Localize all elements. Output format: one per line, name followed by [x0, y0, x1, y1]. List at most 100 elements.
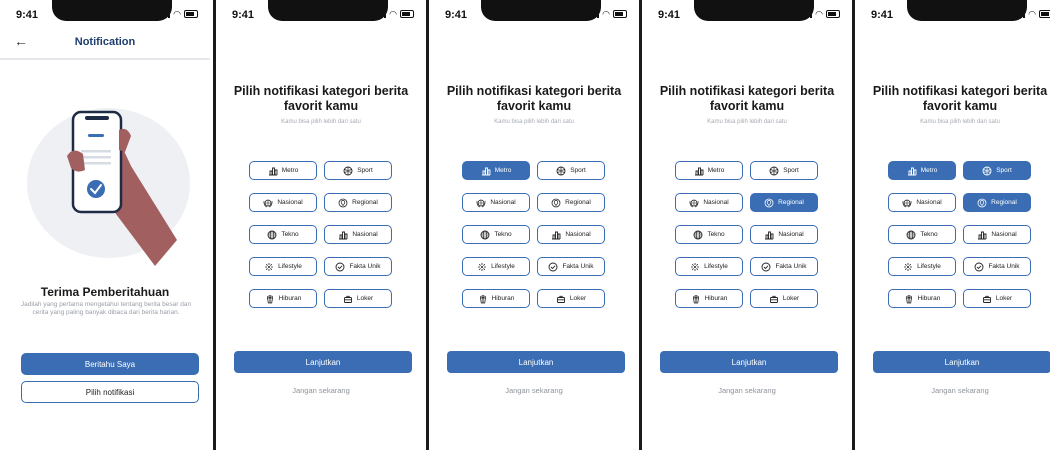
category-chip[interactable]: Nasional — [537, 225, 605, 244]
category-chip-label: Regional — [991, 199, 1017, 206]
globe-icon — [480, 230, 490, 239]
category-chip-label: Hiburan — [917, 295, 941, 302]
category-chip[interactable]: Tekno — [675, 225, 743, 244]
continue-button[interactable]: Lanjutkan — [234, 351, 412, 373]
category-chip[interactable]: Sport — [537, 161, 605, 180]
signal-icon — [801, 10, 813, 18]
skip-link[interactable]: Jangan sekarang — [855, 386, 1050, 395]
category-title: Pilih notifikasi kategori berita favorit… — [446, 84, 622, 113]
briefcase-icon — [556, 295, 565, 303]
category-chip[interactable]: Hiburan — [888, 289, 956, 308]
wifi-icon: ◠ — [602, 9, 610, 19]
category-chip[interactable]: Nasional — [888, 193, 956, 212]
category-chip[interactable]: Metro — [249, 161, 317, 180]
category-chip[interactable]: Nasional — [324, 225, 392, 244]
briefcase-icon — [769, 295, 778, 303]
popcorn-icon — [905, 294, 912, 303]
category-chip-label: Loker — [782, 295, 800, 302]
category-chip[interactable]: Lifestyle — [249, 257, 317, 276]
category-chip[interactable]: Lifestyle — [462, 257, 530, 276]
category-chip[interactable]: Metro — [888, 161, 956, 180]
buildings-icon — [907, 167, 917, 175]
category-chip-label: Loker — [995, 295, 1013, 302]
category-chip[interactable]: Lifestyle — [675, 257, 743, 276]
category-chip[interactable]: Fakta Unik — [537, 257, 605, 276]
category-chip[interactable]: Fakta Unik — [963, 257, 1031, 276]
category-chip[interactable]: Metro — [675, 161, 743, 180]
category-chip-label: Nasional — [565, 231, 591, 238]
category-chip[interactable]: Tekno — [462, 225, 530, 244]
category-chip[interactable]: Metro — [462, 161, 530, 180]
device-notch — [52, 0, 172, 21]
briefcase-icon — [343, 295, 352, 303]
category-chip-label: Lifestyle — [278, 263, 302, 270]
continue-button[interactable]: Lanjutkan — [447, 351, 625, 373]
category-chip[interactable]: Nasional — [462, 193, 530, 212]
category-chip[interactable]: Tekno — [249, 225, 317, 244]
category-chip[interactable]: Regional — [537, 193, 605, 212]
category-chip[interactable]: Lifestyle — [888, 257, 956, 276]
category-title: Pilih notifikasi kategori berita favorit… — [872, 84, 1048, 113]
status-time: 9:41 — [445, 9, 468, 21]
globe-icon — [906, 230, 916, 239]
continue-button[interactable]: Lanjutkan — [873, 351, 1050, 373]
sparkle-icon — [691, 262, 700, 271]
category-chip-label: Regional — [352, 199, 378, 206]
skip-link[interactable]: Jangan sekarang — [216, 386, 426, 395]
category-chip[interactable]: Tekno — [888, 225, 956, 244]
category-chip[interactable]: Hiburan — [249, 289, 317, 308]
ball-icon — [556, 166, 566, 175]
category-chip-label: Regional — [778, 199, 804, 206]
category-chip-label: Tekno — [281, 231, 299, 238]
category-chip[interactable]: Fakta Unik — [750, 257, 818, 276]
choose-notification-button[interactable]: Pilih notifikasi — [21, 381, 199, 403]
category-screen-4: 9:41 ◠ Pilih notifikasi kategori berita … — [855, 0, 1050, 450]
category-chip[interactable]: Hiburan — [675, 289, 743, 308]
notification-description: Jadilah yang pertama mengetahui tentang … — [20, 301, 192, 316]
battery-icon — [400, 10, 414, 18]
category-chip[interactable]: Sport — [750, 161, 818, 180]
battery-icon — [613, 10, 627, 18]
category-chip[interactable]: Sport — [963, 161, 1031, 180]
skip-link[interactable]: Jangan sekarang — [429, 386, 639, 395]
category-chip[interactable]: Loker — [537, 289, 605, 308]
buildings-icon — [339, 231, 348, 239]
buildings-icon — [694, 167, 704, 175]
category-chip[interactable]: Nasional — [963, 225, 1031, 244]
category-chip-label: Fakta Unik — [775, 263, 807, 270]
category-chip[interactable]: Regional — [324, 193, 392, 212]
continue-button[interactable]: Lanjutkan — [660, 351, 838, 373]
category-chip-label: Hiburan — [704, 295, 728, 302]
status-bar: 9:41 ◠ — [216, 0, 426, 30]
wifi-icon: ◠ — [815, 9, 823, 19]
category-screen-3: 9:41 ◠ Pilih notifikasi kategori berita … — [642, 0, 852, 450]
globe-emblem-icon — [263, 199, 273, 207]
category-screen-2: 9:41 ◠ Pilih notifikasi kategori berita … — [429, 0, 639, 450]
category-subtitle: Kamu bisa pilih lebih dari satu — [920, 119, 1000, 125]
category-chip[interactable]: Nasional — [675, 193, 743, 212]
globe-emblem-icon — [902, 199, 912, 207]
status-bar: 9:41 ◠ — [429, 0, 639, 30]
battery-icon — [184, 10, 198, 18]
category-chip[interactable]: Regional — [963, 193, 1031, 212]
category-chip-label: Lifestyle — [917, 263, 941, 270]
category-chip[interactable]: Fakta Unik — [324, 257, 392, 276]
notify-me-button[interactable]: Beritahu Saya — [21, 353, 199, 375]
category-chip[interactable]: Regional — [750, 193, 818, 212]
category-chip[interactable]: Sport — [324, 161, 392, 180]
category-chip-label: Nasional — [778, 231, 804, 238]
category-chip[interactable]: Loker — [750, 289, 818, 308]
header-divider — [0, 58, 210, 60]
category-chip[interactable]: Nasional — [750, 225, 818, 244]
category-chip-label: Fakta Unik — [988, 263, 1020, 270]
category-chip-label: Loker — [569, 295, 587, 302]
category-chip[interactable]: Loker — [324, 289, 392, 308]
category-chip[interactable]: Hiburan — [462, 289, 530, 308]
status-icons: ◠ — [801, 9, 840, 19]
status-icons: ◠ — [159, 10, 198, 19]
category-chip[interactable]: Nasional — [249, 193, 317, 212]
category-chip[interactable]: Loker — [963, 289, 1031, 308]
location-pin-icon — [764, 198, 774, 207]
skip-link[interactable]: Jangan sekarang — [642, 386, 852, 395]
location-pin-icon — [338, 198, 348, 207]
